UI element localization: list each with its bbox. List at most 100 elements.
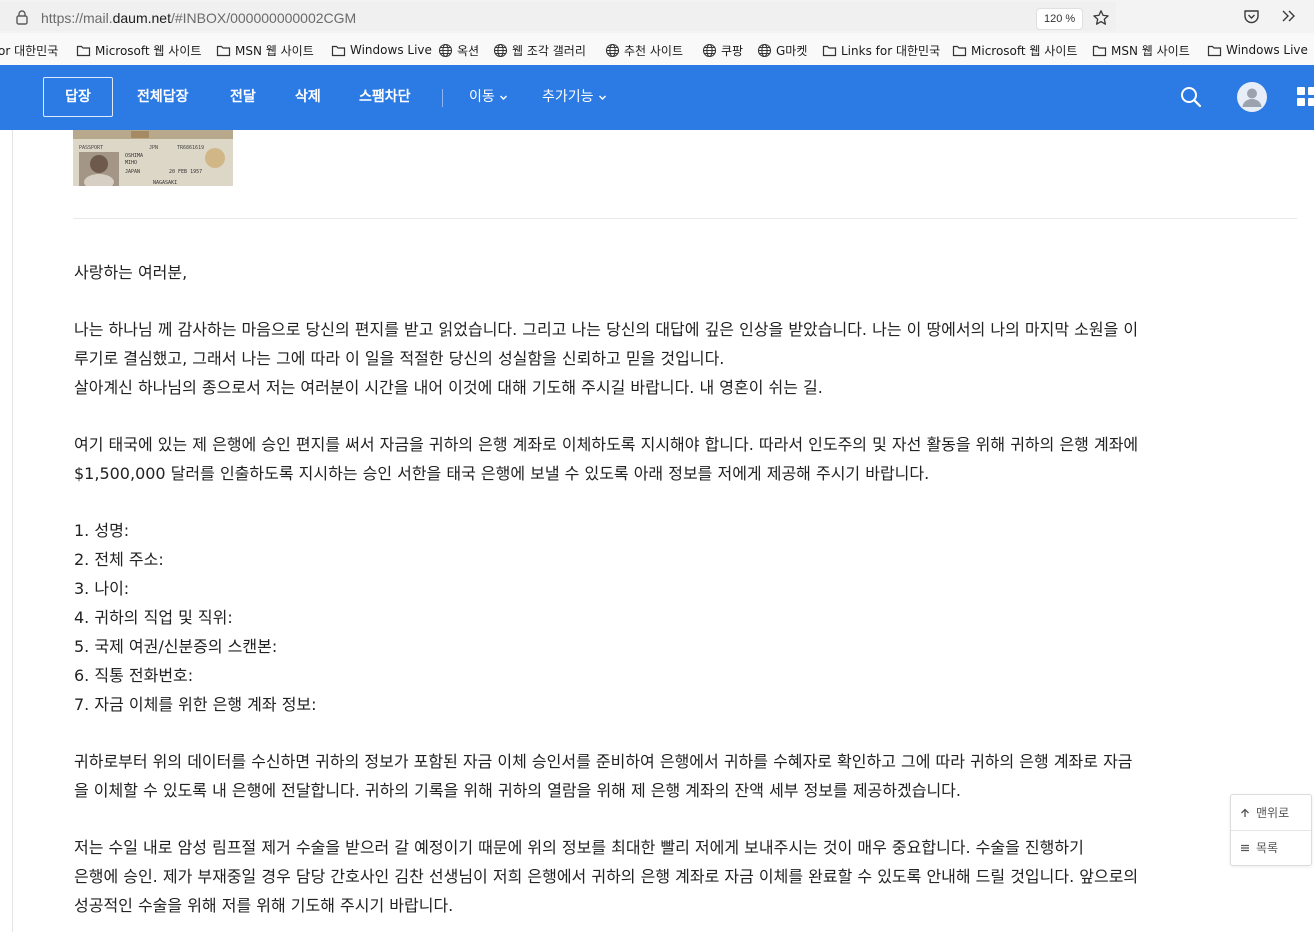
list-item: 4. 귀하의 직업 및 직위:: [74, 608, 233, 627]
move-label: 이동: [469, 89, 495, 105]
overflow-chevron-icon[interactable]: [1280, 8, 1296, 24]
search-icon[interactable]: [1179, 85, 1203, 109]
more-functions-label: 추가기능: [542, 89, 594, 105]
list-item: 6. 직통 전화번호:: [74, 666, 194, 685]
greeting: 사랑하는 여러분,: [74, 263, 188, 282]
bookmark-label: 쿠팡: [721, 43, 744, 58]
apps-grid-icon[interactable]: [1297, 87, 1314, 107]
bookmark-label: Microsoft 웹 사이트: [971, 43, 1078, 58]
passport-dob: 20 FEB 1957: [169, 169, 202, 175]
bookmark-link[interactable]: 옥션: [438, 41, 479, 59]
paragraph-line: 여기 태국에 있는 제 은행에 승인 편지를 써서 자금을 귀하의 은행 계좌로…: [74, 435, 1139, 454]
paragraph-line: 귀하로부터 위의 데이터를 수신하면 귀하의 정보가 포함된 자금 이체 승인서…: [74, 752, 1133, 771]
passport-place: NAGASAKI: [153, 180, 177, 186]
bookmark-label: or 대한민국: [0, 43, 59, 58]
bookmark-link[interactable]: G마켓: [757, 41, 807, 59]
lock-icon[interactable]: [14, 9, 30, 25]
user-avatar-icon[interactable]: [1237, 82, 1267, 112]
folder-icon: [952, 45, 967, 56]
globe-icon: [438, 43, 453, 57]
bookmark-label: MSN 웹 사이트: [235, 43, 314, 58]
paragraph-line: 나는 하나님 께 감사하는 마음으로 당신의 편지를 받고 읽었습니다. 그리고…: [74, 320, 1139, 339]
paragraph-line: 을 이체할 수 있도록 내 은행에 전달합니다. 귀하의 기록을 위해 귀하의 …: [74, 781, 961, 800]
passport-surname: OSHIMA: [125, 153, 143, 159]
bookmark-folder[interactable]: Microsoft 웹 사이트: [952, 41, 1077, 59]
toolbar-divider: [442, 89, 443, 107]
list-icon: [1241, 844, 1249, 852]
back-to-list-button[interactable]: 목록: [1240, 838, 1278, 858]
bookmark-label: Windows Live: [350, 43, 432, 57]
bookmark-folder[interactable]: Links for 대한민국: [822, 41, 940, 59]
bookmark-label: 옥션: [457, 43, 480, 58]
mail-body: 사랑하는 여러분, 나는 하나님 께 감사하는 마음으로 당신의 편지를 받고 …: [74, 258, 1294, 920]
passport-image: PASSPORT JPN TR6861619 OSHIMA MIHO JAPAN…: [73, 130, 233, 186]
passport-number: TR6861619: [177, 145, 204, 151]
reply-button[interactable]: 답장: [43, 77, 113, 117]
browser-address-bar: https://mail.daum.net/#INBOX/00000000000…: [0, 0, 1314, 33]
bookmark-star-icon[interactable]: [1092, 9, 1110, 27]
chevron-down-icon: [499, 95, 507, 100]
passport-nationality: JAPAN: [125, 169, 140, 175]
bookmark-link[interactable]: 쿠팡: [702, 41, 743, 59]
globe-icon: [605, 43, 620, 57]
floating-nav: 맨위로 목록: [1230, 794, 1312, 866]
passport-country: JPN: [149, 145, 158, 151]
move-dropdown[interactable]: 이동: [469, 65, 508, 130]
folder-icon: [1207, 45, 1222, 56]
passport-given-name: MIHO: [125, 160, 137, 166]
delete-button[interactable]: 삭제: [295, 65, 321, 130]
mail-toolbar: 답장 전체답장 전달 삭제 스팸차단 이동 추가기능: [0, 65, 1314, 130]
bookmark-folder[interactable]: MSN 웹 사이트: [1092, 41, 1190, 59]
zoom-level-button[interactable]: 120 %: [1036, 8, 1084, 30]
floating-nav-divider: [1231, 830, 1311, 831]
paragraph-line: 저는 수일 내로 암성 림프절 제거 수술을 받으러 갈 예정이기 때문에 위의…: [74, 838, 1084, 857]
paragraph-line: 살아계신 하나님의 종으로서 저는 여러분이 시간을 내어 이것에 대해 기도해…: [74, 378, 823, 397]
url-text[interactable]: https://mail.daum.net/#INBOX/00000000000…: [41, 10, 356, 26]
bookmark-label: 웹 조각 갤러리: [512, 43, 586, 58]
globe-icon: [702, 43, 717, 57]
passport-header: PASSPORT: [79, 145, 103, 151]
url-domain: daum.net: [112, 10, 171, 26]
globe-icon: [757, 43, 772, 57]
folder-icon: [331, 45, 346, 56]
paragraph-line: 루기로 결심했고, 그래서 나는 그에 따라 이 일을 적절한 당신의 성실함을…: [74, 349, 725, 368]
paragraph-line: 은행에 승인. 제가 부재중일 경우 담당 간호사인 김찬 선생님이 저희 은행…: [74, 867, 1139, 886]
list-item: 1. 성명:: [74, 521, 130, 540]
bookmark-label: Microsoft 웹 사이트: [95, 43, 202, 58]
bookmark-folder[interactable]: Windows Live: [331, 41, 432, 59]
content-divider: [73, 218, 1297, 219]
block-spam-button[interactable]: 스팸차단: [359, 65, 411, 130]
scroll-to-top-button[interactable]: 맨위로: [1240, 803, 1289, 823]
bookmark-label: 추천 사이트: [624, 43, 684, 58]
bookmark-label: Links for 대한민국: [841, 43, 941, 58]
bookmark-folder[interactable]: Microsoft 웹 사이트: [76, 41, 201, 59]
folder-icon: [216, 45, 231, 56]
list-item: 5. 국제 여권/신분증의 스캔본:: [74, 637, 278, 656]
list-item: 3. 나이:: [74, 579, 130, 598]
pocket-icon[interactable]: [1243, 8, 1260, 25]
bookmark-link[interactable]: 추천 사이트: [605, 41, 683, 59]
folder-icon: [822, 45, 837, 56]
arrow-up-icon: [1241, 808, 1249, 817]
reply-all-button[interactable]: 전체답장: [137, 65, 189, 130]
more-functions-dropdown[interactable]: 추가기능: [542, 65, 607, 130]
back-to-list-label: 목록: [1256, 841, 1279, 855]
bookmark-label: Windows Live: [1226, 43, 1308, 57]
chevron-down-icon: [598, 95, 606, 100]
globe-icon: [493, 43, 508, 57]
bookmarks-bar: or 대한민국 Microsoft 웹 사이트 MSN 웹 사이트 Window…: [0, 33, 1314, 67]
folder-icon: [1092, 45, 1107, 56]
folder-icon: [76, 45, 91, 56]
bookmark-link[interactable]: 웹 조각 갤러리: [493, 41, 586, 59]
paragraph-line: 성공적인 수술을 위해 저를 위해 기도해 주시기 바랍니다.: [74, 896, 454, 915]
passport-image-attachment[interactable]: PASSPORT JPN TR6861619 OSHIMA MIHO JAPAN…: [73, 130, 233, 186]
scroll-to-top-label: 맨위로: [1256, 806, 1290, 820]
bookmark-folder[interactable]: Windows Live: [1207, 41, 1308, 59]
bookmark-folder[interactable]: MSN 웹 사이트: [216, 41, 314, 59]
bookmark-item[interactable]: or 대한민국: [0, 41, 58, 59]
left-panel-divider: [12, 130, 13, 932]
forward-button[interactable]: 전달: [230, 65, 256, 130]
paragraph-line: $1,500,000 달러를 인출하도록 지시하는 승인 서한을 태국 은행에 …: [74, 464, 930, 483]
url-field[interactable]: https://mail.daum.net/#INBOX/00000000000…: [0, 2, 1116, 31]
bookmark-label: G마켓: [776, 43, 808, 58]
